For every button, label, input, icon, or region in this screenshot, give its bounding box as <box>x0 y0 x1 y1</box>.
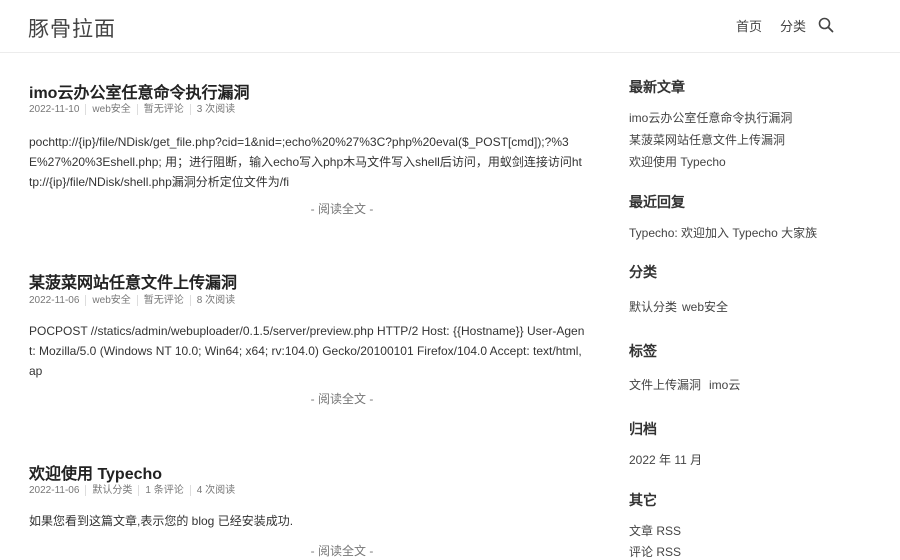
tags-heading: 标签 <box>629 343 657 359</box>
post-reads: 8 次阅读 <box>189 295 241 306</box>
post-comments[interactable]: 暂无评论 <box>136 104 190 115</box>
tag-link[interactable]: imo云 <box>709 376 740 393</box>
post-category[interactable]: web安全 <box>85 295 136 306</box>
archive-link[interactable]: 2022 年 11 月 <box>629 451 702 468</box>
comment-author[interactable]: Typecho <box>629 226 674 240</box>
post-excerpt: POCPOST //statics/admin/webuploader/0.1.… <box>29 324 585 378</box>
tag-link[interactable]: 文件上传漏洞 <box>629 376 701 393</box>
post-date: 2022-11-06 <box>29 295 80 306</box>
search-icon[interactable] <box>818 17 834 33</box>
category-link[interactable]: web安全 <box>682 298 728 315</box>
post-category[interactable]: web安全 <box>85 104 136 115</box>
archives-heading: 归档 <box>629 421 657 437</box>
post-meta: 2022-11-06 web安全 暂无评论 8 次阅读 <box>29 295 241 306</box>
post-date: 2022-11-10 <box>29 104 80 115</box>
nav-home[interactable]: 首页 <box>736 16 762 35</box>
post-meta: 2022-11-10 web安全 暂无评论 3 次阅读 <box>29 104 241 115</box>
recent-posts-heading: 最新文章 <box>629 79 685 95</box>
nav-category[interactable]: 分类 <box>780 16 806 35</box>
post-excerpt: pochttp://{ip}/file/NDisk/get_file.php?c… <box>29 135 582 189</box>
site-title[interactable]: 豚骨拉面 <box>28 13 116 43</box>
post-title[interactable]: 某菠菜网站任意文件上传漏洞 <box>29 269 237 293</box>
site-header: 豚骨拉面 首页 分类 <box>0 0 900 53</box>
categories-heading: 分类 <box>629 264 657 280</box>
recent-comments-heading: 最近回复 <box>629 194 685 210</box>
post-meta: 2022-11-06 默认分类 1 条评论 4 次阅读 <box>29 485 241 496</box>
read-more-link[interactable]: - 阅读全文 - <box>29 200 655 217</box>
main-nav: 首页 分类 <box>736 16 806 35</box>
recent-post-link[interactable]: imo云办公室任意命令执行漏洞 <box>629 109 792 126</box>
post-title[interactable]: 欢迎使用 Typecho <box>29 460 162 484</box>
read-more-link[interactable]: - 阅读全文 - <box>29 542 655 559</box>
rss-comments-link[interactable]: 评论 RSS <box>629 543 681 560</box>
rss-posts-link[interactable]: 文章 RSS <box>629 522 681 539</box>
category-link[interactable]: 默认分类 <box>629 298 677 315</box>
comment-text[interactable]: : 欢迎加入 Typecho 大家族 <box>674 226 817 240</box>
post-category[interactable]: 默认分类 <box>85 485 138 496</box>
post-date: 2022-11-06 <box>29 485 80 496</box>
post-comments[interactable]: 1 条评论 <box>138 485 189 496</box>
recent-post-link[interactable]: 某菠菜网站任意文件上传漏洞 <box>629 131 785 148</box>
post-excerpt: 如果您看到这篇文章,表示您的 blog 已经安装成功. <box>29 514 294 528</box>
post-title[interactable]: imo云办公室任意命令执行漏洞 <box>29 79 249 103</box>
recent-comment: Typecho: 欢迎加入 Typecho 大家族 <box>629 224 817 241</box>
post-reads: 4 次阅读 <box>189 485 241 496</box>
post-reads: 3 次阅读 <box>189 104 241 115</box>
read-more-link[interactable]: - 阅读全文 - <box>29 390 655 407</box>
other-heading: 其它 <box>629 492 657 508</box>
post-comments[interactable]: 暂无评论 <box>136 295 190 306</box>
recent-post-link[interactable]: 欢迎使用 Typecho <box>629 153 726 170</box>
